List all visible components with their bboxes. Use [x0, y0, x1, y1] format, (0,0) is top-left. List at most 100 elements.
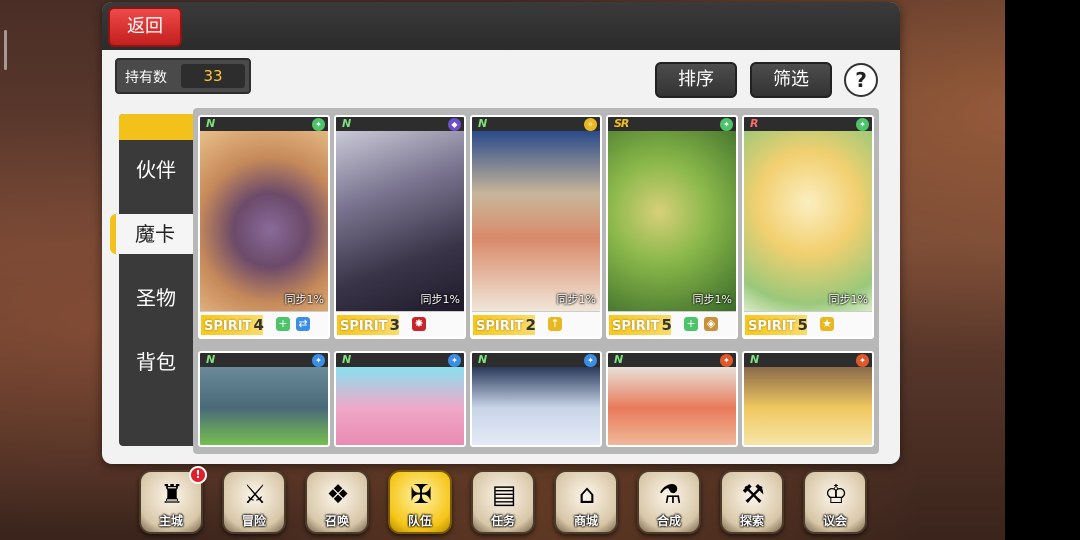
summon-card-icon: ❖	[326, 480, 350, 510]
card-item[interactable]: N ✦	[470, 351, 602, 447]
card-inventory-panel: 返回 持有数 33 排序 筛选 ? 伙伴 魔卡 圣物 背包 N ✦ 同步1% S…	[102, 2, 900, 464]
tab-inventory[interactable]: 背包	[119, 342, 193, 382]
card-art-priestess	[472, 131, 600, 311]
card-item[interactable]: N ✦	[606, 351, 738, 447]
water-element-icon: ✦	[312, 354, 325, 367]
sync-rate: 同步1%	[420, 293, 460, 306]
card-item[interactable]: SR ✦ 同步1% SPIRIT 5 + ◈	[606, 115, 738, 339]
card-art-pink-hair-girl	[336, 367, 464, 445]
sync-rate: 同步1%	[556, 293, 596, 306]
nav-label: 队伍	[407, 514, 432, 528]
holdings-label: 持有数	[125, 70, 167, 86]
card-footer: SPIRIT 2 ↑	[472, 311, 600, 337]
card-art-dryad	[608, 131, 736, 311]
nav-council[interactable]: ♔ 议会	[803, 470, 867, 534]
sort-button[interactable]: 排序	[655, 62, 737, 98]
light-element-icon: ✧	[584, 118, 597, 131]
buff-skill-icon: +	[684, 317, 698, 331]
shop-icon: ⌂	[578, 480, 596, 510]
spirit-cost: SPIRIT 5	[609, 315, 672, 335]
help-button[interactable]: ?	[844, 63, 878, 97]
nav-main-city[interactable]: ♜ 主城 !	[139, 466, 207, 534]
card-item[interactable]: N ✦	[742, 351, 874, 447]
nav-label: 主城	[158, 514, 183, 528]
nav-label: 召唤	[324, 514, 349, 528]
rarity-badge: N	[478, 353, 487, 366]
tab-column-accent	[119, 114, 193, 140]
nav-team[interactable]: ✠ 队伍	[388, 470, 452, 534]
holdings-count: 33	[181, 64, 245, 88]
spirit-label: SPIRIT	[612, 319, 660, 334]
nav-shop[interactable]: ⌂ 商城	[554, 470, 618, 534]
up-arrow-skill-icon: ↑	[548, 317, 562, 331]
card-topbar	[744, 117, 872, 131]
water-element-icon: ✦	[584, 354, 597, 367]
spirit-label: SPIRIT	[748, 319, 796, 334]
potion-icon: ⚗	[658, 480, 682, 510]
spirit-label: SPIRIT	[204, 319, 252, 334]
scroll-indicator	[4, 30, 7, 70]
tab-magic-cards[interactable]: 魔卡	[110, 214, 194, 254]
card-art-red-hair-girl	[608, 367, 736, 445]
card-topbar	[472, 353, 600, 367]
nav-adventure[interactable]: ⚔ 冒险	[222, 470, 286, 534]
notification-badge: !	[189, 466, 207, 484]
card-topbar	[336, 353, 464, 367]
rarity-badge: N	[614, 353, 623, 366]
winged-emblem-icon: ✠	[410, 480, 432, 510]
water-element-icon: ✦	[448, 354, 461, 367]
debuff-skill-icon: ⇄	[296, 317, 310, 331]
back-button[interactable]: 返回	[108, 7, 182, 47]
spirit-cost: SPIRIT 2	[473, 315, 536, 335]
card-topbar	[200, 117, 328, 131]
buff-skill-icon: +	[276, 317, 290, 331]
attack-skill-icon: ✸	[412, 317, 426, 331]
card-grid[interactable]: N ✦ 同步1% SPIRIT 4 + ⇄ N ◆ 同步1% SPIRIT 3 ✸ …	[193, 108, 879, 454]
card-item[interactable]: R ✦ 同步1% SPIRIT 5 ★	[742, 115, 874, 339]
pickaxe-icon: ⚒	[741, 480, 765, 510]
tab-partners[interactable]: 伙伴	[119, 150, 193, 190]
panel-header	[102, 2, 900, 50]
sync-rate: 同步1%	[828, 293, 868, 306]
rarity-badge: N	[750, 353, 759, 366]
nav-label: 任务	[490, 514, 515, 528]
quest-book-icon: ▤	[491, 480, 517, 510]
card-art-cave	[200, 367, 328, 445]
swords-icon: ⚔	[243, 480, 267, 510]
nav-quest[interactable]: ▤ 任务	[471, 470, 535, 534]
bottom-nav-bar: ♜ 主城 ! ⚔ 冒险 ❖ 召唤 ✠ 队伍 ▤ 任务 ⌂ 商城 ⚗ 合成 ⚒ 探…	[0, 464, 1080, 540]
spirit-value: 2	[525, 316, 536, 334]
spirit-cost: SPIRIT 3	[337, 315, 400, 335]
card-topbar	[336, 117, 464, 131]
tab-relics[interactable]: 圣物	[119, 278, 193, 318]
nav-label: 探索	[739, 514, 764, 528]
card-footer: SPIRIT 4 + ⇄	[200, 311, 328, 337]
sync-rate: 同步1%	[284, 293, 324, 306]
nav-synthesis[interactable]: ⚗ 合成	[637, 470, 701, 534]
spirit-value: 3	[389, 316, 400, 334]
nav-label: 议会	[822, 514, 847, 528]
card-topbar	[472, 117, 600, 131]
nav-label: 合成	[656, 514, 681, 528]
nav-label: 冒险	[241, 514, 266, 528]
card-item[interactable]: N ◆ 同步1% SPIRIT 3 ✸	[334, 115, 466, 339]
card-item[interactable]: N ✧ 同步1% SPIRIT 2 ↑	[470, 115, 602, 339]
spirit-label: SPIRIT	[340, 319, 388, 334]
spirit-value: 5	[661, 316, 672, 334]
card-topbar	[200, 353, 328, 367]
shield-skill-icon: ◈	[704, 317, 718, 331]
card-art-silver-hair-girl	[472, 367, 600, 445]
council-crest-icon: ♔	[824, 480, 848, 510]
card-item[interactable]: N ✦	[334, 351, 466, 447]
rarity-badge: N	[342, 117, 351, 130]
card-item[interactable]: N ✦ 同步1% SPIRIT 4 + ⇄	[198, 115, 330, 339]
nav-summon[interactable]: ❖ 召唤	[305, 470, 369, 534]
castle-icon: ♜	[160, 480, 184, 510]
rarity-badge: N	[478, 117, 487, 130]
filter-button[interactable]: 筛选	[750, 62, 832, 98]
dark-element-icon: ◆	[448, 118, 461, 131]
nav-explore[interactable]: ⚒ 探索	[720, 470, 784, 534]
rarity-badge: N	[206, 353, 215, 366]
card-item[interactable]: N ✦	[198, 351, 330, 447]
holdings-counter: 持有数 33	[115, 58, 251, 94]
